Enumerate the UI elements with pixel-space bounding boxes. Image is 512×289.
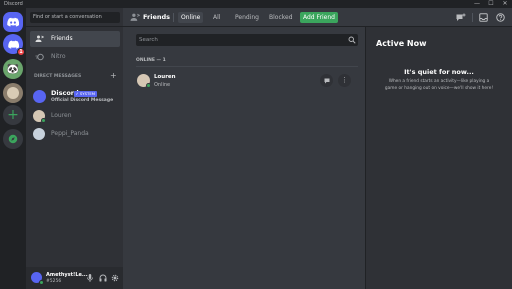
add-server-button[interactable]: + bbox=[3, 105, 23, 125]
divider bbox=[173, 13, 174, 22]
divider bbox=[136, 66, 358, 67]
dm-name: Louren bbox=[51, 112, 72, 119]
empty-state-title: It's quiet for now... bbox=[404, 68, 474, 76]
online-status-icon bbox=[41, 118, 46, 123]
panda-icon: 🐼 bbox=[6, 63, 20, 75]
friends-icon bbox=[130, 13, 140, 21]
gear-icon[interactable] bbox=[111, 274, 119, 282]
online-status-icon bbox=[146, 83, 151, 88]
inbox-icon[interactable] bbox=[479, 13, 488, 22]
friends-main: Search ONLINE — 1 Louren Online ⋮ bbox=[123, 8, 365, 289]
tab-pending[interactable]: Pending bbox=[234, 12, 260, 23]
dm-search-input[interactable]: Find or start a conversation bbox=[30, 12, 120, 23]
server-icon-avatar[interactable] bbox=[3, 83, 23, 103]
dm-item-louren[interactable]: Louren bbox=[30, 108, 120, 124]
empty-state-text: game or hanging out on voice—we'll show … bbox=[384, 86, 494, 91]
window-title: Discord bbox=[4, 1, 23, 7]
active-now-title: Active Now bbox=[376, 39, 427, 48]
dm-item-discord[interactable]: Discord ✓ SYSTEM Official Discord Messag… bbox=[30, 87, 120, 107]
nitro-icon bbox=[35, 53, 44, 61]
username: Amethyst!Le... bbox=[46, 272, 88, 278]
home-button[interactable] bbox=[3, 12, 23, 32]
empty-state-text: When a friend starts an activity—like pl… bbox=[388, 79, 490, 84]
notification-badge: 1 bbox=[17, 48, 25, 56]
discord-app: Discord — ☐ ✕ 1 🐼 + Find or start a conv… bbox=[0, 0, 512, 289]
create-dm-button[interactable]: + bbox=[110, 71, 117, 80]
friends-search-input[interactable]: Search bbox=[136, 34, 358, 46]
friend-status: Online bbox=[154, 82, 171, 88]
dm-subtitle: Official Discord Message bbox=[51, 98, 114, 103]
discord-logo-icon bbox=[7, 17, 19, 27]
friends-header: Friends Online All Pending Blocked Add F… bbox=[123, 8, 512, 27]
divider bbox=[472, 13, 473, 22]
more-options-icon[interactable]: ⋮ bbox=[338, 74, 351, 87]
chat-bubble-icon bbox=[324, 78, 329, 83]
explore-servers-button[interactable] bbox=[3, 129, 23, 149]
help-icon[interactable] bbox=[496, 13, 505, 22]
server-list: 1 🐼 + bbox=[0, 8, 26, 289]
close-icon[interactable]: ✕ bbox=[498, 0, 512, 8]
sidebar-item-label: Nitro bbox=[51, 53, 66, 60]
maximize-icon[interactable]: ☐ bbox=[484, 0, 498, 8]
user-tag: #5256 bbox=[46, 279, 62, 284]
microphone-icon[interactable] bbox=[87, 274, 93, 282]
avatar bbox=[33, 128, 45, 140]
message-button[interactable] bbox=[320, 74, 333, 87]
discord-logo-icon bbox=[7, 40, 19, 49]
avatar-icon bbox=[7, 87, 19, 99]
avatar bbox=[33, 90, 46, 103]
compass-icon bbox=[8, 134, 18, 144]
sidebar-item-friends[interactable]: Friends bbox=[30, 31, 120, 47]
server-icon-discord[interactable]: 1 bbox=[3, 34, 25, 56]
title-bar: Discord bbox=[0, 0, 512, 8]
dm-sidebar: Find or start a conversation Friends Nit… bbox=[26, 8, 123, 289]
friend-row[interactable]: Louren Online ⋮ bbox=[132, 71, 358, 93]
friend-name: Louren bbox=[154, 74, 176, 80]
user-panel: Amethyst!Le... #5256 bbox=[26, 267, 123, 289]
tab-blocked[interactable]: Blocked bbox=[268, 12, 294, 23]
tab-online[interactable]: Online bbox=[178, 12, 204, 23]
system-badge: ✓ SYSTEM bbox=[74, 91, 97, 97]
search-icon bbox=[348, 36, 356, 44]
headphones-icon[interactable] bbox=[99, 274, 107, 282]
sidebar-item-nitro[interactable]: Nitro bbox=[30, 49, 120, 65]
sidebar-item-label: Friends bbox=[51, 35, 73, 42]
active-now-panel: Active Now It's quiet for now... When a … bbox=[365, 8, 512, 289]
plus-icon: + bbox=[7, 107, 19, 123]
add-friend-button[interactable]: Add Friend bbox=[300, 12, 338, 23]
online-status-icon bbox=[39, 280, 44, 285]
dm-name: Peppi_Panda bbox=[51, 130, 89, 137]
dm-section-header: DIRECT MESSAGES bbox=[34, 74, 82, 79]
server-icon-panda[interactable]: 🐼 bbox=[3, 59, 23, 79]
online-count-header: ONLINE — 1 bbox=[136, 58, 166, 63]
dm-item-peppi-panda[interactable]: Peppi_Panda bbox=[30, 126, 120, 142]
new-group-dm-icon[interactable] bbox=[456, 13, 466, 22]
page-title: Friends bbox=[143, 13, 171, 21]
tab-all[interactable]: All bbox=[212, 12, 221, 23]
friends-icon bbox=[35, 35, 44, 42]
minimize-icon[interactable]: — bbox=[470, 0, 484, 8]
